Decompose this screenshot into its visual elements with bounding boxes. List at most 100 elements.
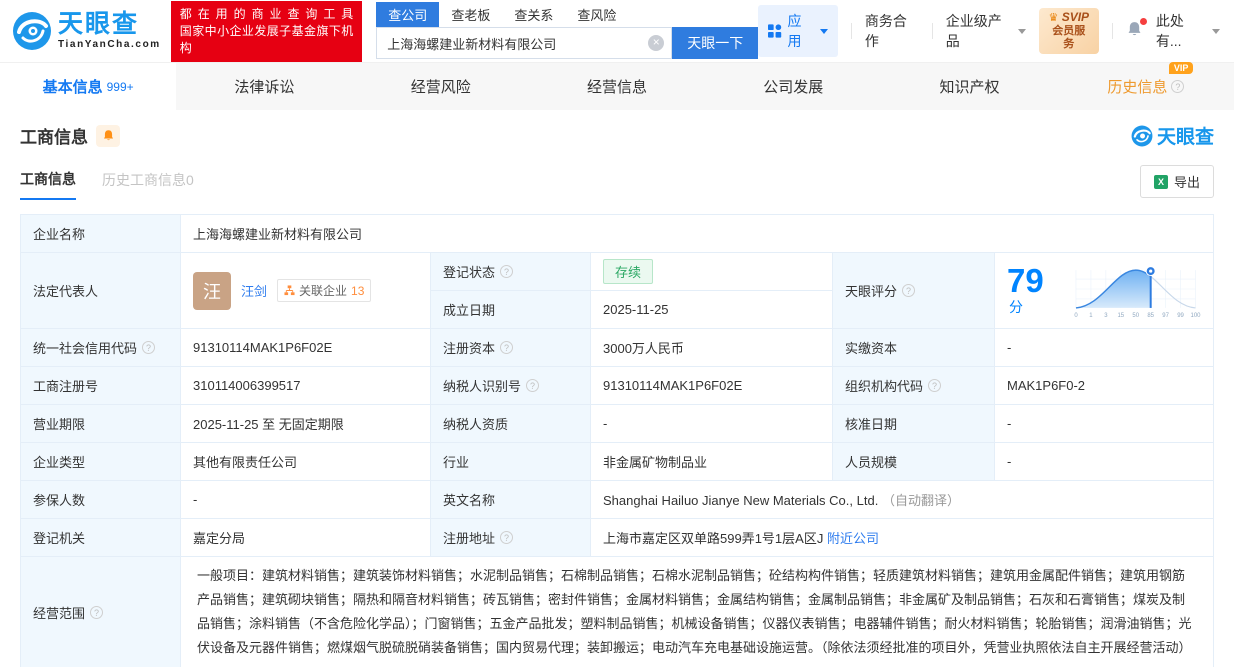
status-badge: 存续: [603, 259, 654, 284]
help-icon[interactable]: ?: [90, 605, 104, 619]
brand-logo[interactable]: 天眼查 TianYanCha.com: [12, 11, 161, 51]
chevron-down-icon: [1017, 28, 1026, 34]
crown-icon: ♛: [1048, 12, 1059, 24]
field-label: 企业名称: [20, 214, 181, 253]
field-label: 人员规模: [832, 442, 995, 481]
brand-logo-icon: [13, 12, 51, 50]
help-icon[interactable]: ?: [1171, 80, 1185, 93]
svg-text:99: 99: [1177, 312, 1184, 318]
top-nav: 应用 商务合作 企业级产品 ♛ SVIP 会员服务 此处有...: [758, 5, 1221, 57]
help-icon[interactable]: ?: [500, 341, 514, 354]
field-label: 经营范围?: [20, 556, 181, 667]
brand-domain: TianYanCha.com: [58, 39, 161, 50]
help-icon[interactable]: ?: [928, 379, 942, 392]
chevron-down-icon: [1212, 28, 1221, 34]
apps-menu[interactable]: 应用: [758, 5, 838, 57]
section-title: 工商信息: [20, 128, 88, 147]
svg-text:1: 1: [1089, 312, 1093, 318]
divider: [1111, 23, 1113, 39]
help-icon[interactable]: ?: [526, 379, 540, 392]
table-row: 登记机关 嘉定分局 注册地址? 上海市嘉定区双单路599弄1号1层A区J 附近公…: [20, 518, 1214, 557]
tab-legal-proceedings[interactable]: 法律诉讼: [176, 63, 352, 110]
search-tab-company[interactable]: 查公司: [376, 2, 440, 27]
help-icon[interactable]: ?: [500, 531, 514, 544]
search-tab-relation[interactable]: 查关系: [502, 2, 565, 27]
svip-member-button[interactable]: ♛ SVIP 会员服务: [1038, 8, 1099, 54]
field-label: 核准日期: [832, 404, 995, 443]
field-label: 纳税人识别号?: [430, 366, 591, 405]
tab-operating-info[interactable]: 经营信息: [529, 63, 705, 110]
page: 天眼查 TianYanCha.com 都在用的商业查询工具 国家中小企业发展子基…: [0, 0, 1234, 667]
field-label: 行业: [430, 442, 591, 481]
nav-cooperation[interactable]: 商务合作: [865, 11, 919, 51]
auto-translate-note: （自动翻译）: [881, 493, 960, 508]
tab-intellectual-property[interactable]: 知识产权: [881, 63, 1057, 110]
business-info-table: 企业名称 上海海螺建业新材料有限公司 法定代表人 汪 汪剑 关联企业 13 登记…: [20, 214, 1214, 667]
field-label: 法定代表人: [20, 252, 181, 329]
svg-text:100: 100: [1190, 312, 1201, 318]
field-label: 英文名称: [430, 480, 591, 519]
nearby-companies-link[interactable]: 附近公司: [827, 531, 879, 546]
promo-banner: 都在用的商业查询工具 国家中小企业发展子基金旗下机构: [170, 0, 363, 62]
apps-label: 应用: [787, 13, 802, 49]
monitor-bell-icon[interactable]: [96, 124, 120, 147]
tab-history-info[interactable]: 历史信息 VIP ?: [1058, 62, 1234, 110]
help-icon[interactable]: ?: [902, 284, 916, 297]
nav-enterprise[interactable]: 企业级产品: [946, 11, 1026, 51]
table-row: 工商注册号 310114006399517 纳税人识别号? 91310114MA…: [20, 366, 1214, 405]
field-label: 营业期限: [20, 404, 181, 443]
tab-company-development[interactable]: 公司发展: [705, 63, 881, 110]
tab-operating-risk[interactable]: 经营风险: [353, 63, 529, 110]
help-icon[interactable]: ?: [500, 265, 514, 278]
table-row: 统一社会信用代码? 91310114MAK1P6F02E 注册资本? 3000万…: [20, 328, 1214, 367]
related-companies-badge[interactable]: 关联企业 13: [277, 279, 372, 302]
english-name-value: Shanghai Hailuo Jianye New Materials Co.…: [603, 493, 879, 508]
field-label: 工商注册号: [20, 366, 181, 405]
nav-account-menu[interactable]: 此处有...: [1156, 11, 1221, 51]
divider: [850, 23, 852, 39]
notification-dot: [1139, 17, 1147, 25]
svg-text:0: 0: [1074, 312, 1078, 318]
business-info-section: 工商信息 天眼查 工商信息 历史工商信息0 X 导出 企业名称 上海海螺建业新材…: [0, 110, 1234, 667]
export-button[interactable]: X 导出: [1139, 165, 1214, 198]
tyc-watermark: 天眼查: [1131, 122, 1214, 149]
field-label: 统一社会信用代码?: [20, 328, 181, 367]
promo-line-2: 国家中小企业发展子基金旗下机构: [179, 23, 354, 55]
field-label: 参保人数: [20, 480, 181, 519]
search-button[interactable]: 天眼一下: [672, 27, 759, 59]
svg-text:15: 15: [1117, 312, 1124, 318]
legal-rep-link[interactable]: 汪剑: [241, 281, 267, 300]
subtab-business-info[interactable]: 工商信息: [20, 169, 76, 200]
search-input[interactable]: [376, 27, 673, 59]
business-scope-value: 一般项目：建筑材料销售；建筑装饰材料销售；水泥制品销售；石棉制品销售；石棉水泥制…: [180, 556, 1214, 667]
table-row: 企业类型 其他有限责任公司 行业 非金属矿物制品业 人员规模 -: [20, 442, 1214, 481]
search-tabs: 查公司 查老板 查关系 查风险: [376, 2, 758, 27]
table-row: 法定代表人 汪 汪剑 关联企业 13 登记状态 ? 存续 天眼评分 ? 79分 …: [20, 252, 1214, 329]
company-tabbar: 基本信息 999+ 法律诉讼 经营风险 经营信息 公司发展 知识产权 历史信息 …: [0, 62, 1234, 110]
table-row: 参保人数 - 英文名称 Shanghai Hailuo Jianye New M…: [20, 480, 1214, 519]
field-label: 登记机关: [20, 518, 181, 557]
table-row: 经营范围? 一般项目：建筑材料销售；建筑装饰材料销售；水泥制品销售；石棉制品销售…: [20, 556, 1214, 667]
tab-basic-info[interactable]: 基本信息 999+: [0, 63, 177, 110]
svg-text:97: 97: [1162, 312, 1169, 318]
score-value: 79: [1007, 262, 1044, 299]
field-label: 天眼评分 ?: [832, 252, 995, 329]
subtab-history-business-info[interactable]: 历史工商信息0: [102, 170, 194, 199]
divider: [931, 23, 933, 39]
table-row: 企业名称 上海海螺建业新材料有限公司: [20, 214, 1214, 253]
svg-text:3: 3: [1104, 312, 1108, 318]
field-label: 登记状态 ?: [430, 252, 591, 291]
brand-name: 天眼查: [58, 10, 140, 38]
main-header: 天眼查 TianYanCha.com 都在用的商业查询工具 国家中小企业发展子基…: [0, 0, 1234, 62]
avatar[interactable]: 汪: [193, 271, 231, 310]
score-distribution-chart: 0 1 3 15 50 85 97 99 100: [1074, 265, 1201, 318]
search-tab-boss[interactable]: 查老板: [439, 2, 502, 27]
svg-text:50: 50: [1132, 312, 1139, 318]
promo-line-1: 都在用的商业查询工具: [179, 6, 354, 21]
help-icon[interactable]: ?: [142, 341, 156, 354]
svg-text:85: 85: [1147, 312, 1154, 318]
search-tab-risk[interactable]: 查风险: [565, 2, 628, 27]
notification-bell-icon[interactable]: [1126, 17, 1147, 42]
excel-icon: X: [1153, 174, 1168, 189]
field-label: 组织机构代码?: [832, 366, 995, 405]
